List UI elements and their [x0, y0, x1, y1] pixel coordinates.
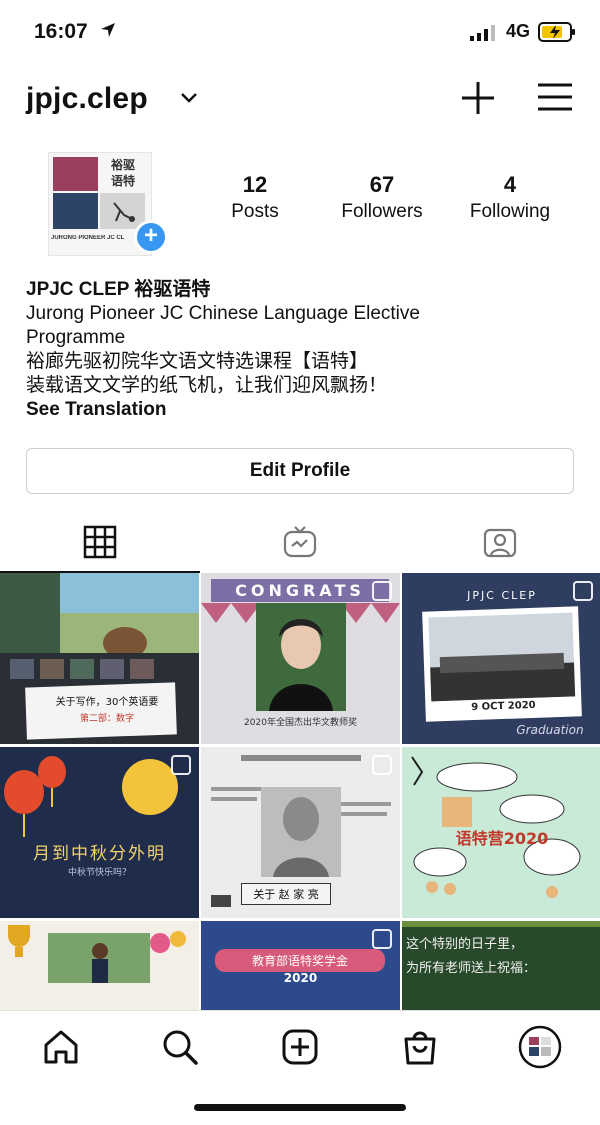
- post-8-year: 2020: [283, 971, 318, 985]
- profile-bio: JPJC CLEP 裕驱语特 Jurong Pioneer JC Chinese…: [26, 278, 566, 422]
- multi-post-icon: [372, 929, 392, 949]
- avatar-logo-text: 裕驱 语特: [110, 158, 135, 188]
- profile-header: jpjc.clep: [0, 76, 600, 124]
- post-9-line-1: 这个特别的日子里，: [406, 937, 524, 952]
- following-label: Following: [469, 201, 551, 222]
- post-image-lanterns-moon: [4, 756, 178, 837]
- add-story-plus-icon[interactable]: +: [134, 220, 168, 254]
- battery-charging-icon: [538, 22, 575, 42]
- signal-icon: [470, 25, 495, 41]
- igtv-icon: [283, 526, 317, 558]
- bio-line-4: 装载语文文学的纸飞机，让我们迎风飘扬！: [26, 375, 388, 396]
- avatar-tile-photo: [100, 193, 145, 229]
- home-indicator: [194, 1104, 406, 1111]
- post-grid: 关于写作，30个英语要 第二部：数字 CONGRATS 2020年全国杰出华文教…: [0, 573, 600, 1010]
- edit-profile-button[interactable]: Edit Profile: [26, 448, 574, 494]
- post-6-title: 语特营2020: [455, 829, 549, 848]
- post-9-top-stripe: [402, 921, 600, 927]
- hamburger-menu-icon[interactable]: [536, 80, 574, 114]
- post-9-line-2: 为所有老师送上祝福：: [406, 961, 537, 976]
- profile-avatar-icon[interactable]: [518, 1025, 562, 1069]
- post-4-title: 月到中秋分外明: [33, 844, 166, 864]
- post-4-subtitle: 中秋节快乐吗？: [67, 868, 131, 878]
- multi-post-icon: [372, 581, 392, 601]
- create-post-icon[interactable]: [280, 1027, 320, 1067]
- tagged-person-icon: [483, 528, 517, 558]
- following-count: 4: [503, 172, 517, 197]
- posts-count: 12: [242, 172, 268, 197]
- post-8-title: 教育部语特奖学金: [215, 949, 385, 972]
- network-type: 4G: [506, 21, 531, 41]
- post-thumbnail[interactable]: 教育部语特奖学金 2020: [201, 921, 400, 1010]
- multi-post-icon: [171, 755, 191, 775]
- username-switcher[interactable]: jpjc.clep: [26, 82, 148, 116]
- status-bar: 16:07 4G: [0, 0, 600, 62]
- post-5-caption: 关于 赵 家 亮: [241, 883, 331, 905]
- post-image-group-photo: [428, 612, 576, 702]
- avatar-tile-navy: [53, 193, 98, 229]
- post-3-script: Graduation: [516, 723, 584, 737]
- post-thumbnail[interactable]: JPJC CLEP 9 OCT 2020 Graduation: [402, 573, 600, 744]
- post-thumbnail[interactable]: 这个特别的日子里， 为所有老师送上祝福：: [402, 921, 600, 1010]
- bio-line-2: Programme: [26, 327, 126, 348]
- see-translation-link[interactable]: See Translation: [26, 398, 566, 422]
- tab-tagged[interactable]: [400, 515, 600, 573]
- location-arrow-icon: [101, 23, 115, 37]
- multi-post-icon: [573, 581, 593, 601]
- bio-line-3: 裕廊先驱初院华文语文特选课程【语特】: [26, 351, 369, 372]
- shop-bag-icon[interactable]: [400, 1027, 440, 1067]
- chevron-down-icon[interactable]: [180, 91, 198, 105]
- post-2-caption: 2020年全国杰出华文教师奖: [244, 718, 357, 728]
- posts-label: Posts: [231, 201, 279, 222]
- stat-followers[interactable]: 67 Followers: [327, 172, 437, 223]
- bio-line-1: Jurong Pioneer JC Chinese Language Elect…: [26, 303, 420, 324]
- tab-igtv[interactable]: [200, 515, 400, 573]
- post-thumbnail[interactable]: CONGRATS 2020年全国杰出华文教师奖: [201, 573, 400, 744]
- search-icon[interactable]: [160, 1027, 200, 1067]
- followers-label: Followers: [341, 201, 423, 222]
- profile-tabs: [0, 515, 600, 573]
- post-image-award-photo: [8, 925, 186, 983]
- status-time: 16:07: [34, 20, 88, 43]
- post-thumbnail[interactable]: [0, 921, 199, 1010]
- tab-grid[interactable]: [0, 515, 200, 573]
- post-thumbnail[interactable]: 月到中秋分外明 中秋节快乐吗？: [0, 747, 199, 918]
- post-thumbnail[interactable]: 关于 赵 家 亮: [201, 747, 400, 918]
- post-thumbnail[interactable]: 语特营2020: [402, 747, 600, 918]
- bottom-navigation: [0, 1010, 600, 1080]
- profile-name: JPJC CLEP 裕驱语特: [26, 279, 211, 300]
- followers-count: 67: [369, 172, 395, 197]
- post-3-title: JPJC CLEP: [467, 589, 537, 602]
- grid-icon: [83, 525, 117, 559]
- stat-posts[interactable]: 12 Posts: [215, 172, 295, 223]
- multi-post-icon: [372, 755, 392, 775]
- home-icon[interactable]: [41, 1027, 81, 1067]
- post-3-photo-frame: 9 OCT 2020: [422, 606, 582, 722]
- post-1-subtext: 第二部：数字: [79, 714, 134, 724]
- post-thumbnail[interactable]: 关于写作，30个英语要 第二部：数字: [0, 573, 199, 744]
- stat-following[interactable]: 4 Following: [456, 172, 564, 223]
- post-1-text: 关于写作，30个英语要: [55, 697, 159, 708]
- avatar-tile-red: [53, 157, 98, 191]
- new-post-plus-icon[interactable]: [458, 78, 498, 118]
